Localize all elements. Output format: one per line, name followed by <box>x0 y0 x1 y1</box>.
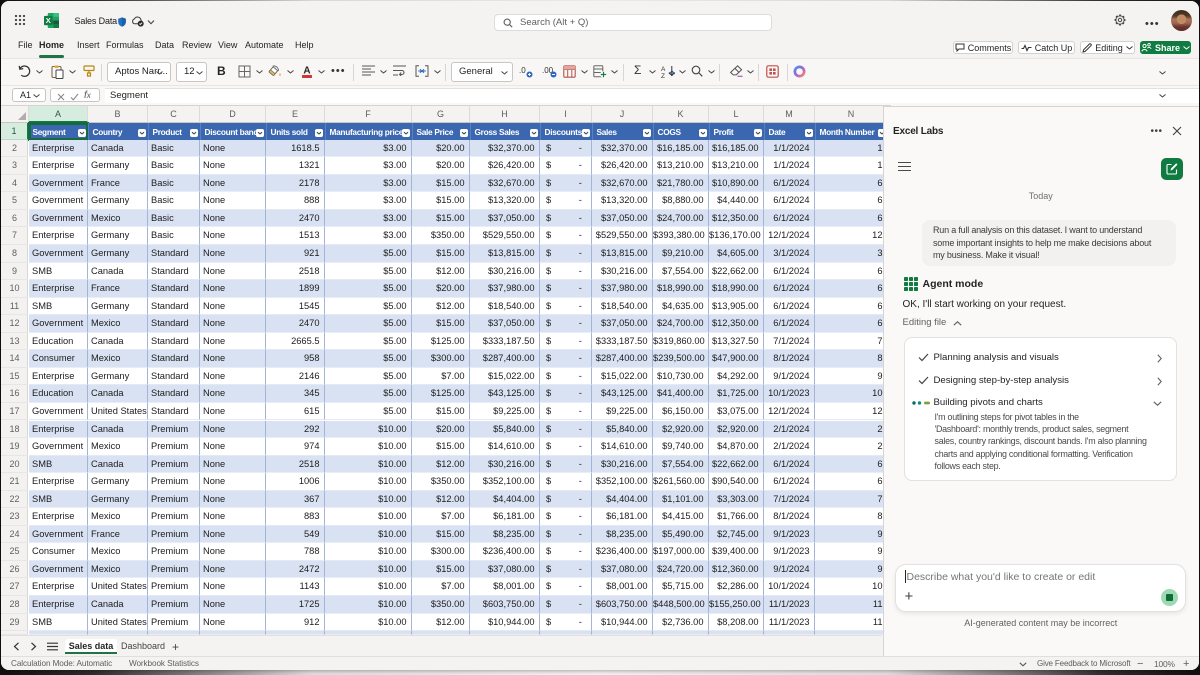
svg-text:Z: Z <box>661 73 665 78</box>
svg-text:X: X <box>46 16 51 25</box>
svg-text:A: A <box>303 66 310 77</box>
svg-text:A: A <box>661 66 666 73</box>
svg-text:.0: .0 <box>519 66 526 75</box>
